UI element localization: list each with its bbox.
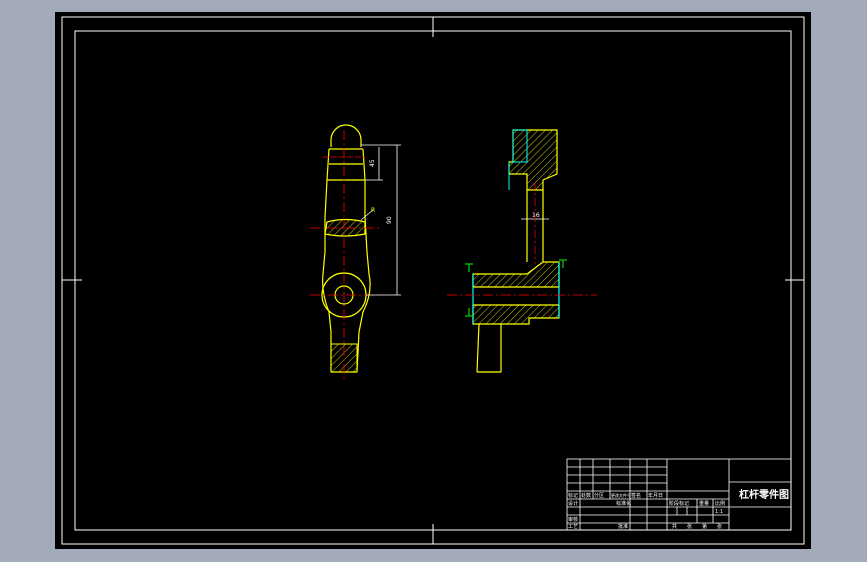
title-block-text: 标记 处数 分区 更改文件号 签名 年月日 设计 标准化 审核 工艺 批准 阶段… bbox=[568, 488, 789, 530]
part-name: 杠杆零件图 bbox=[739, 488, 789, 501]
bore bbox=[472, 286, 560, 306]
lever-left-edge bbox=[322, 148, 332, 372]
web-dim-text: 16 bbox=[532, 212, 540, 219]
tb-process: 工艺 bbox=[568, 524, 578, 530]
tb-date: 年月日 bbox=[648, 492, 663, 499]
lever-top-cap bbox=[330, 124, 362, 147]
section-marker-right bbox=[559, 259, 567, 268]
section-marker-left bbox=[465, 263, 473, 272]
outer-border bbox=[61, 16, 805, 545]
tb-page: 张 bbox=[717, 523, 722, 530]
side-section-view: 16 bbox=[447, 129, 597, 373]
tb-stage-mark: 阶段标记 bbox=[669, 500, 689, 507]
front-view: 90 45 R bbox=[310, 124, 401, 382]
tb-scale-label: 比例 bbox=[715, 500, 725, 507]
tb-standardize: 标准化 bbox=[616, 500, 631, 507]
tb-mark: 标记 bbox=[568, 492, 578, 499]
tb-review: 审核 bbox=[568, 516, 578, 523]
dim-long-text: 90 bbox=[386, 216, 393, 224]
lever-right-edge bbox=[356, 148, 371, 373]
boss-section-top bbox=[472, 261, 560, 288]
tb-signature: 签名 bbox=[631, 492, 641, 499]
tb-zone: 分区 bbox=[594, 492, 604, 499]
leader-note: R bbox=[371, 207, 375, 214]
top-hub-section bbox=[508, 129, 558, 191]
tb-sheet-total: 共 bbox=[672, 523, 677, 530]
tb-design: 设计 bbox=[568, 500, 578, 507]
boss-section-bottom bbox=[472, 304, 560, 325]
cad-drawing: 90 45 R 16 标记 处数 分区 更改文件号 签名 年月日 设计 标准化 … bbox=[61, 16, 805, 545]
dim-small-text: 45 bbox=[369, 159, 376, 167]
tb-sheet-no: 第 bbox=[702, 523, 707, 530]
tb-weight: 重量 bbox=[699, 500, 709, 507]
tb-count: 处数 bbox=[581, 492, 591, 499]
shank-left bbox=[476, 323, 480, 373]
tb-change-doc: 更改文件号 bbox=[611, 492, 631, 498]
tb-scale-value: 1:1 bbox=[715, 509, 723, 515]
inner-frame bbox=[74, 30, 792, 531]
section-marker-bottom bbox=[465, 308, 473, 317]
tb-approve: 批准 bbox=[618, 523, 628, 530]
drawing-canvas[interactable]: 90 45 R 16 标记 处数 分区 更改文件号 签名 年月日 设计 标准化 … bbox=[55, 12, 811, 549]
tb-sheet: 张 bbox=[687, 523, 692, 530]
